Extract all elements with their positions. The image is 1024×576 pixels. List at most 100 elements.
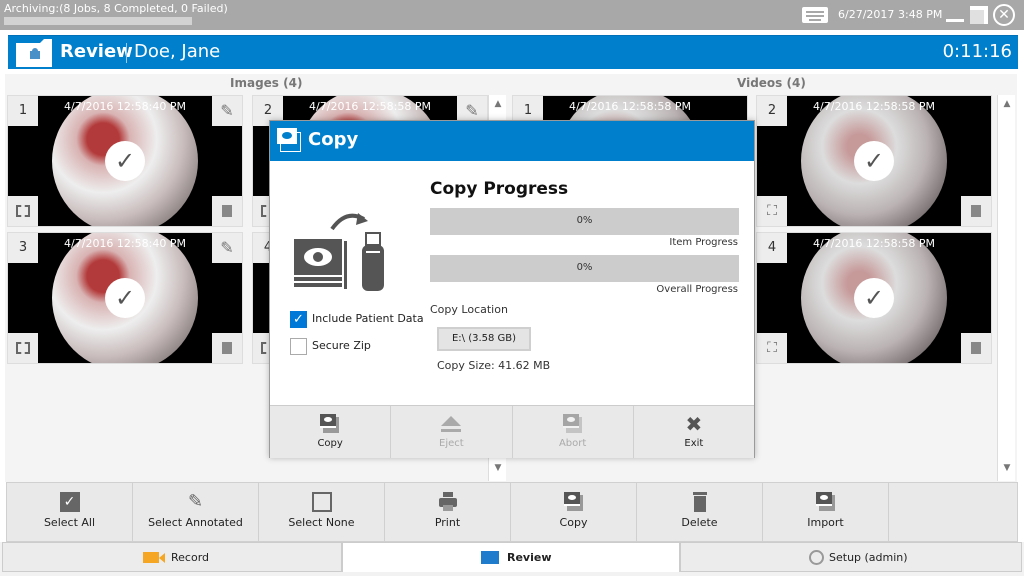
archive-progress-fill <box>4 17 192 25</box>
action-toolbar: ✓ Select All ✎ Select Annotated Select N… <box>6 482 1018 542</box>
copy-button[interactable]: Copy <box>511 483 637 541</box>
selected-check-icon[interactable]: ✓ <box>105 278 145 318</box>
trash-icon <box>971 342 981 354</box>
play-fullscreen-button[interactable]: ⛶ <box>757 196 787 226</box>
item-progress-text: 0% <box>576 215 593 226</box>
abort-button[interactable]: Abort <box>513 406 634 458</box>
pencil-icon: ✎ <box>187 491 204 512</box>
pencil-icon: ✎ <box>220 238 234 257</box>
scroll-down-icon[interactable]: ▼ <box>489 459 507 477</box>
annotate-button[interactable]: ✎ <box>212 96 242 126</box>
copy-to-usb-illustration <box>294 213 384 291</box>
select-annotated-button[interactable]: ✎ Select Annotated <box>133 483 259 541</box>
fullscreen-button[interactable] <box>8 196 38 226</box>
delete-button[interactable] <box>212 333 242 363</box>
videos-scrollbar[interactable]: ▲ ▼ <box>997 95 1015 481</box>
eject-icon <box>441 414 462 434</box>
copy-size: Copy Size: 41.62 MB <box>437 359 551 372</box>
tab-review[interactable]: Review <box>342 542 680 572</box>
system-date: 6/27/2017 <box>838 8 895 21</box>
copy-stack-icon <box>563 492 584 512</box>
scroll-down-icon[interactable]: ▼ <box>998 459 1016 477</box>
fullscreen-button[interactable] <box>8 333 38 363</box>
archive-status-text: Archiving:(8 Jobs, 8 Completed, 0 Failed… <box>4 2 228 15</box>
checkbox-empty-icon <box>311 492 332 512</box>
tab-record[interactable]: Record <box>2 542 342 572</box>
minimize-button[interactable] <box>944 6 966 24</box>
play-fullscreen-button[interactable]: ⛶ <box>757 333 787 363</box>
trash-icon <box>971 205 981 217</box>
patient-name: Doe, Jane <box>134 41 221 62</box>
tab-setup[interactable]: Setup (admin) <box>680 542 1022 572</box>
trash-icon <box>690 492 710 512</box>
pencil-icon: ✎ <box>465 101 479 120</box>
import-button[interactable]: Import <box>763 483 889 541</box>
progress-title: Copy Progress <box>430 179 569 199</box>
header-divider <box>126 43 127 63</box>
abort-icon <box>562 414 583 434</box>
copy-location-label: Copy Location <box>430 303 508 316</box>
image-timestamp: 4/7/2016 12:58:58 PM <box>309 100 431 113</box>
session-timer: 0:11:16 <box>942 41 1012 62</box>
image-tile[interactable]: ✓ 4/7/2016 12:58:40 PM 1 ✎ <box>7 95 243 227</box>
select-none-button[interactable]: Select None <box>259 483 385 541</box>
pencil-icon: ✎ <box>220 101 234 120</box>
video-tile[interactable]: ✓ 4/7/2016 12:58:58 PM 4 ⛶ <box>756 232 992 364</box>
include-patient-data-checkbox[interactable]: ✓ <box>290 311 307 328</box>
exit-button[interactable]: ✖ Exit <box>634 406 754 458</box>
trash-icon <box>222 205 232 217</box>
select-all-button[interactable]: ✓ Select All <box>7 483 133 541</box>
dialog-actions: Copy Eject Abort ✖ Exit <box>270 405 754 458</box>
print-button[interactable]: Print <box>385 483 511 541</box>
printer-icon <box>438 492 458 512</box>
annotate-button[interactable]: ✎ <box>212 233 242 263</box>
selected-check-icon[interactable]: ✓ <box>854 141 894 181</box>
delete-button[interactable] <box>961 196 991 226</box>
delete-button[interactable] <box>212 196 242 226</box>
video-timestamp: 4/7/2016 12:58:58 PM <box>813 100 935 113</box>
close-icon: ✖ <box>685 412 703 436</box>
dialog-header: Copy <box>270 121 754 161</box>
overall-progress-text: 0% <box>576 262 593 273</box>
trash-icon <box>222 342 232 354</box>
item-progress-bar: 0% <box>430 208 739 235</box>
selected-check-icon[interactable]: ✓ <box>854 278 894 318</box>
scroll-up-icon[interactable]: ▲ <box>489 95 507 113</box>
review-folder-icon <box>16 39 52 67</box>
delete-button[interactable] <box>961 333 991 363</box>
gear-icon <box>809 550 824 565</box>
expand-icon <box>16 342 30 354</box>
folder-icon <box>481 551 499 564</box>
scroll-up-icon[interactable]: ▲ <box>998 95 1016 113</box>
image-timestamp: 4/7/2016 12:58:40 PM <box>64 237 186 250</box>
item-progress-label: Item Progress <box>669 237 738 248</box>
secure-zip-checkbox[interactable] <box>290 338 307 355</box>
copy-dialog: Copy ✓ Include Patient Data Secure Zip C… <box>269 120 755 458</box>
close-button[interactable]: ✕ <box>993 4 1015 26</box>
copy-location-button[interactable]: E:\ (3.58 GB) <box>437 327 531 351</box>
maximize-button[interactable] <box>970 6 988 24</box>
videos-section-label: Videos (4) <box>737 76 806 90</box>
image-tile[interactable]: ✓ 4/7/2016 12:58:40 PM 3 ✎ <box>7 232 243 364</box>
checkbox-checked-icon: ✓ <box>59 492 80 512</box>
delete-button[interactable]: Delete <box>637 483 763 541</box>
camera-lens-icon <box>159 553 165 563</box>
play-icon: ⛶ <box>767 340 777 356</box>
video-timestamp: 4/7/2016 12:58:58 PM <box>813 237 935 250</box>
copy-stack-icon <box>320 414 340 434</box>
system-time: 3:48 PM <box>898 8 943 21</box>
video-timestamp: 4/7/2016 12:58:58 PM <box>569 100 691 113</box>
selected-check-icon[interactable]: ✓ <box>105 141 145 181</box>
page-title: Review <box>60 41 133 62</box>
keyboard-icon[interactable] <box>802 7 828 23</box>
eject-button[interactable]: Eject <box>391 406 513 458</box>
play-icon: ⛶ <box>767 203 777 219</box>
main-tabs: Record Review Setup (admin) <box>0 542 1024 576</box>
video-number: 2 <box>757 96 787 126</box>
video-tile[interactable]: ✓ 4/7/2016 12:58:58 PM 2 ⛶ <box>756 95 992 227</box>
camera-icon <box>143 552 159 563</box>
dialog-copy-button[interactable]: Copy <box>270 406 392 458</box>
archive-progress-bar <box>4 17 192 25</box>
status-bar: Archiving:(8 Jobs, 8 Completed, 0 Failed… <box>0 0 1024 30</box>
